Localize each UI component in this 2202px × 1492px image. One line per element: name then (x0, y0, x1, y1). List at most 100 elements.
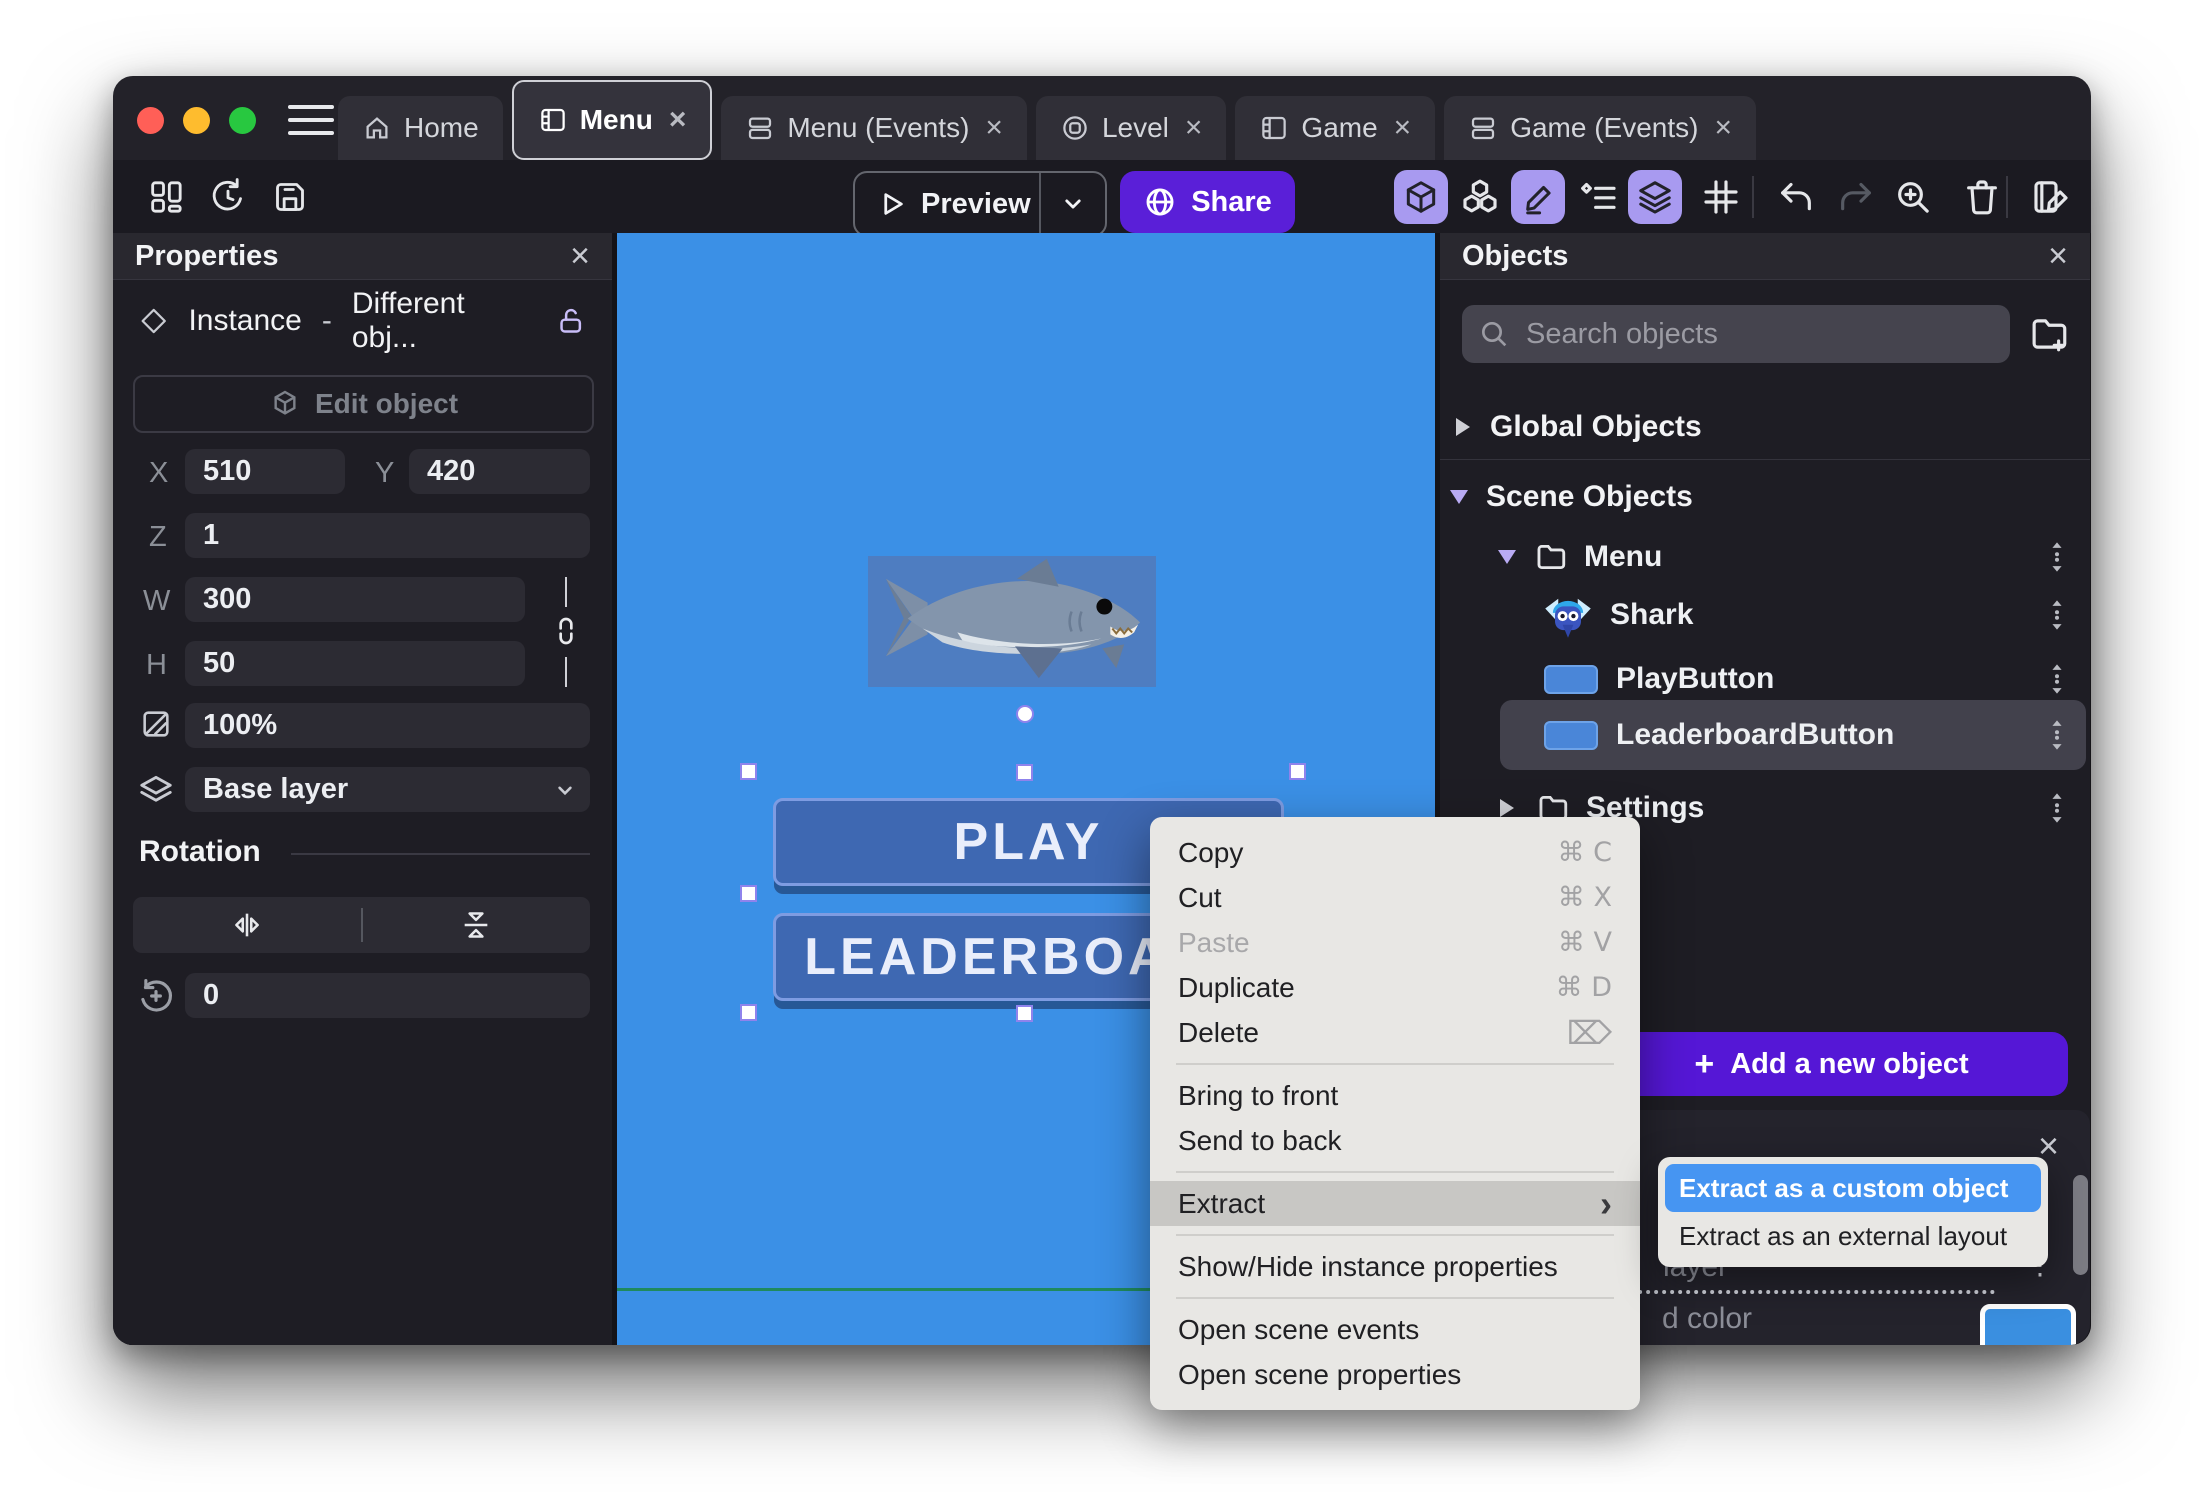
tree-group-scene-objects[interactable]: Scene Objects (1440, 471, 2090, 523)
app-window: Home Menu × Menu (Events) × Level × Game… (113, 76, 2091, 1345)
context-menu: Copy ⌘ C Cut ⌘ X Paste ⌘ V Duplicate ⌘ D Del… (1150, 817, 1640, 1410)
caret-collapsed-icon[interactable] (1456, 418, 1470, 436)
flip-vertical-button[interactable] (363, 897, 591, 953)
tree-group-global-objects[interactable]: Global Objects (1440, 401, 2090, 453)
tab-game-events[interactable]: Game (Events) × (1444, 96, 1757, 160)
traffic-close-button[interactable] (137, 107, 164, 134)
traffic-zoom-button[interactable] (229, 107, 256, 134)
menu-divider (1176, 1297, 1614, 1299)
objects-panel-header: Objects × (1440, 233, 2090, 280)
save-button[interactable] (267, 174, 313, 220)
drag-handle-icon[interactable] (2046, 662, 2068, 696)
object-row-leaderboardbutton[interactable]: LeaderboardButton (1440, 705, 2090, 765)
caret-collapsed-icon[interactable] (1500, 799, 1514, 817)
h-label: H (146, 649, 167, 681)
h-input[interactable] (185, 641, 525, 686)
tab-home[interactable]: Home (338, 96, 503, 160)
menu-item-send-to-back[interactable]: Send to back (1150, 1118, 1640, 1163)
y-input[interactable] (409, 449, 590, 494)
preview-button[interactable]: Preview (853, 171, 1107, 237)
add-folder-button[interactable] (2028, 313, 2070, 355)
submenu-item-extract-custom-object[interactable]: Extract as a custom object (1665, 1164, 2041, 1212)
opacity-input[interactable] (185, 703, 590, 748)
share-button[interactable]: Share (1120, 171, 1295, 233)
drag-handle-icon[interactable] (2046, 791, 2068, 825)
tree-folder-menu[interactable]: Menu (1440, 527, 2090, 587)
selection-handle-top-left[interactable] (740, 763, 757, 780)
menu-item-copy[interactable]: Copy ⌘ C (1150, 830, 1640, 875)
x-input[interactable] (185, 449, 345, 494)
edit-mode-button[interactable] (1511, 170, 1565, 224)
instances-list-button[interactable] (1575, 173, 1623, 221)
layers-panel-button[interactable] (1628, 170, 1682, 224)
caret-expanded-icon[interactable] (1498, 550, 1516, 564)
undo-button[interactable] (1772, 173, 1820, 221)
tab-close-icon[interactable]: × (985, 113, 1003, 143)
zoom-in-button[interactable] (1889, 173, 1937, 221)
drag-handle-icon[interactable] (2046, 598, 2068, 632)
caret-expanded-icon[interactable] (1450, 490, 1468, 504)
add-new-object-button[interactable]: + Add a new object (1595, 1032, 2068, 1096)
shortcut-label: ⌘ X (1557, 882, 1612, 913)
tab-close-icon[interactable]: × (1185, 113, 1203, 143)
instruction-list-icon (1581, 182, 1616, 209)
object-row-shark[interactable]: Shark (1440, 585, 2090, 645)
delete-button[interactable] (1958, 173, 2006, 221)
close-icon[interactable]: × (2048, 239, 2068, 273)
menu-item-bring-to-front[interactable]: Bring to front (1150, 1073, 1640, 1118)
redo-icon (1841, 182, 1871, 211)
tab-game[interactable]: Game × (1235, 96, 1436, 160)
open-project-manager-button[interactable] (143, 174, 189, 220)
shark-sprite-instance[interactable] (868, 556, 1156, 687)
tab-menu[interactable]: Menu × (511, 80, 713, 160)
edit-object-button[interactable]: Edit object (133, 375, 594, 433)
save-icon (276, 183, 304, 211)
panel-scrollbar[interactable] (2073, 1175, 2088, 1275)
traffic-minimize-button[interactable] (183, 107, 210, 134)
menu-item-show-hide-instance-properties[interactable]: Show/Hide instance properties (1150, 1244, 1640, 1289)
selection-handle-middle-left[interactable] (740, 885, 757, 902)
link-width-height-toggle[interactable] (543, 577, 589, 687)
tab-menu-events[interactable]: Menu (Events) × (721, 96, 1027, 160)
selection-handle-bottom-center[interactable] (1016, 1005, 1033, 1022)
menu-item-delete[interactable]: Delete ⌦ (1150, 1010, 1640, 1055)
search-input[interactable] (1524, 316, 2010, 352)
preview-dropdown-button[interactable] (1039, 173, 1105, 235)
selection-handle-top-right[interactable] (1289, 763, 1306, 780)
selection-handle-top-center[interactable] (1016, 764, 1033, 781)
menu-item-open-scene-events[interactable]: Open scene events (1150, 1307, 1640, 1352)
selection-rotate-handle[interactable] (1016, 705, 1034, 723)
menu-item-extract[interactable]: Extract › (1150, 1181, 1640, 1226)
main-menu-icon[interactable] (288, 105, 334, 135)
z-input[interactable] (185, 513, 590, 558)
objects-mode-button[interactable] (1456, 173, 1504, 221)
tab-level[interactable]: Level × (1035, 96, 1227, 160)
menu-divider (1176, 1171, 1614, 1173)
submenu-item-extract-external-layout[interactable]: Extract as an external layout (1665, 1212, 2041, 1260)
menu-item-paste[interactable]: Paste ⌘ V (1150, 920, 1640, 965)
tree-divider (1440, 459, 2090, 460)
layer-select[interactable]: Base layer (185, 767, 590, 812)
selection-handle-bottom-left[interactable] (740, 1004, 757, 1021)
close-icon[interactable]: × (570, 239, 590, 273)
rotation-input[interactable] (185, 973, 590, 1018)
grid-button[interactable] (1697, 173, 1745, 221)
tab-close-icon[interactable]: × (669, 105, 687, 135)
tab-close-icon[interactable]: × (1714, 113, 1732, 143)
menu-item-open-scene-properties[interactable]: Open scene properties (1150, 1352, 1640, 1397)
menu-item-cut[interactable]: Cut ⌘ X (1150, 875, 1640, 920)
flip-horizontal-button[interactable] (133, 897, 361, 953)
drag-handle-icon[interactable] (2046, 718, 2068, 752)
open-scene-events-button[interactable] (2027, 173, 2075, 221)
toggle-3d-view-button[interactable] (1394, 170, 1448, 224)
unlock-icon[interactable] (555, 305, 586, 337)
search-icon (1482, 322, 1507, 347)
w-input[interactable] (185, 577, 525, 622)
link-chain-icon (559, 617, 573, 645)
history-button[interactable] (205, 174, 251, 220)
redo-button[interactable] (1832, 173, 1880, 221)
menu-item-duplicate[interactable]: Duplicate ⌘ D (1150, 965, 1640, 1010)
drag-handle-icon[interactable] (2046, 540, 2068, 574)
tab-close-icon[interactable]: × (1394, 113, 1412, 143)
background-color-swatch[interactable] (1980, 1304, 2076, 1345)
